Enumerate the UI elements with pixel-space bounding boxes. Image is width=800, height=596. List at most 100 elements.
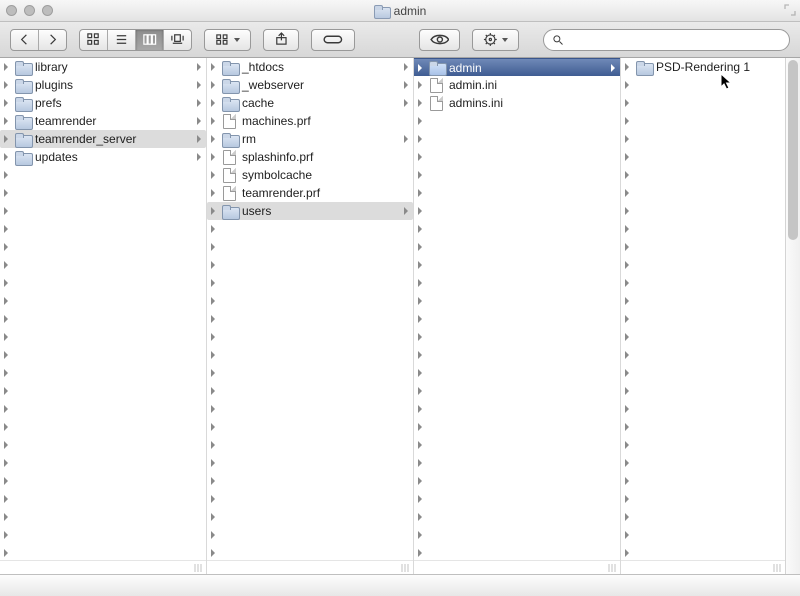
- disclosure-icon: [623, 63, 631, 71]
- fullscreen-icon[interactable]: [784, 4, 796, 16]
- empty-row: [621, 292, 785, 310]
- empty-row: [207, 400, 413, 418]
- list-item[interactable]: _htdocs: [207, 58, 413, 76]
- empty-row: [0, 166, 206, 184]
- empty-row: [207, 436, 413, 454]
- empty-row: [414, 130, 620, 148]
- disclosure-icon: [2, 189, 10, 197]
- list-item[interactable]: admin.ini: [414, 76, 620, 94]
- nav-forward-button[interactable]: [39, 29, 67, 51]
- column-resize-handle[interactable]: [0, 560, 206, 574]
- list-item[interactable]: teamrender.prf: [207, 184, 413, 202]
- disclosure-icon: [416, 477, 424, 485]
- empty-row: [0, 490, 206, 508]
- chevron-down-icon: [502, 38, 508, 42]
- list-item[interactable]: prefs: [0, 94, 206, 112]
- vertical-scrollbar[interactable]: [785, 58, 800, 574]
- empty-row: [621, 364, 785, 382]
- list-item[interactable]: admin: [414, 58, 620, 76]
- chevron-right-icon: [403, 60, 409, 74]
- empty-row: [0, 454, 206, 472]
- empty-row: [0, 418, 206, 436]
- search-input[interactable]: [570, 33, 781, 47]
- list-item-label: admin.ini: [449, 78, 497, 92]
- share-button[interactable]: [263, 29, 300, 51]
- nav-back-button[interactable]: [11, 29, 39, 51]
- empty-row: [621, 472, 785, 490]
- list-item[interactable]: cache: [207, 94, 413, 112]
- disclosure-icon: [209, 495, 217, 503]
- list-item[interactable]: plugins: [0, 76, 206, 94]
- empty-row: [0, 328, 206, 346]
- view-columns-button[interactable]: [136, 29, 164, 51]
- disclosure-icon: [2, 297, 10, 305]
- empty-row: [0, 472, 206, 490]
- quicklook-button[interactable]: [419, 29, 461, 51]
- disclosure-icon: [209, 117, 217, 125]
- list-item[interactable]: splashinfo.prf: [207, 148, 413, 166]
- disclosure-icon: [2, 225, 10, 233]
- view-coverflow-button[interactable]: [164, 29, 192, 51]
- list-item[interactable]: _webserver: [207, 76, 413, 94]
- list-item[interactable]: library: [0, 58, 206, 76]
- disclosure-icon: [416, 405, 424, 413]
- folder-icon: [635, 61, 652, 74]
- disclosure-icon: [623, 441, 631, 449]
- empty-row: [207, 238, 413, 256]
- disclosure-icon: [209, 261, 217, 269]
- empty-row: [414, 454, 620, 472]
- column-resize-handle[interactable]: [414, 560, 620, 574]
- list-item[interactable]: machines.prf: [207, 112, 413, 130]
- disclosure-icon: [209, 531, 217, 539]
- empty-row: [414, 292, 620, 310]
- column-resize-handle[interactable]: [621, 560, 785, 574]
- list-item-label: teamrender: [35, 114, 96, 128]
- window-title: admin: [0, 4, 800, 18]
- list-item[interactable]: teamrender: [0, 112, 206, 130]
- disclosure-icon: [2, 333, 10, 341]
- empty-row: [207, 382, 413, 400]
- window-zoom-button[interactable]: [42, 5, 53, 16]
- disclosure-icon: [623, 549, 631, 557]
- window-close-button[interactable]: [6, 5, 17, 16]
- disclosure-icon: [623, 207, 631, 215]
- disclosure-icon: [623, 531, 631, 539]
- disclosure-icon: [416, 225, 424, 233]
- empty-row: [414, 382, 620, 400]
- arrange-menu-button[interactable]: [204, 29, 251, 51]
- column-resize-handle[interactable]: [207, 560, 413, 574]
- search-field[interactable]: [543, 29, 790, 51]
- empty-row: [0, 292, 206, 310]
- disclosure-icon: [623, 513, 631, 521]
- action-menu-button[interactable]: [472, 29, 519, 51]
- file-icon: [221, 186, 238, 201]
- list-item[interactable]: teamrender_server: [0, 130, 206, 148]
- list-item[interactable]: users: [207, 202, 413, 220]
- titlebar: admin: [0, 0, 800, 22]
- disclosure-icon: [416, 459, 424, 467]
- list-item[interactable]: rm: [207, 130, 413, 148]
- window-minimize-button[interactable]: [24, 5, 35, 16]
- disclosure-icon: [623, 99, 631, 107]
- folder-icon: [14, 115, 31, 128]
- list-item[interactable]: admins.ini: [414, 94, 620, 112]
- list-item[interactable]: symbolcache: [207, 166, 413, 184]
- disclosure-icon: [2, 315, 10, 323]
- list-item[interactable]: PSD-Rendering 1: [621, 58, 785, 76]
- empty-row: [621, 256, 785, 274]
- disclosure-icon: [623, 261, 631, 269]
- folder-icon: [374, 5, 389, 17]
- disclosure-icon: [209, 423, 217, 431]
- chevron-right-icon: [403, 204, 409, 218]
- tag-button[interactable]: [311, 29, 355, 51]
- chevron-right-icon: [196, 60, 202, 74]
- empty-row: [207, 364, 413, 382]
- list-item[interactable]: updates: [0, 148, 206, 166]
- view-icon-button[interactable]: [80, 29, 108, 51]
- disclosure-icon: [623, 405, 631, 413]
- disclosure-icon: [416, 99, 424, 107]
- view-list-button[interactable]: [108, 29, 136, 51]
- column-3: PSD-Rendering 1: [621, 58, 785, 574]
- scrollbar-thumb[interactable]: [788, 60, 798, 240]
- empty-row: [621, 166, 785, 184]
